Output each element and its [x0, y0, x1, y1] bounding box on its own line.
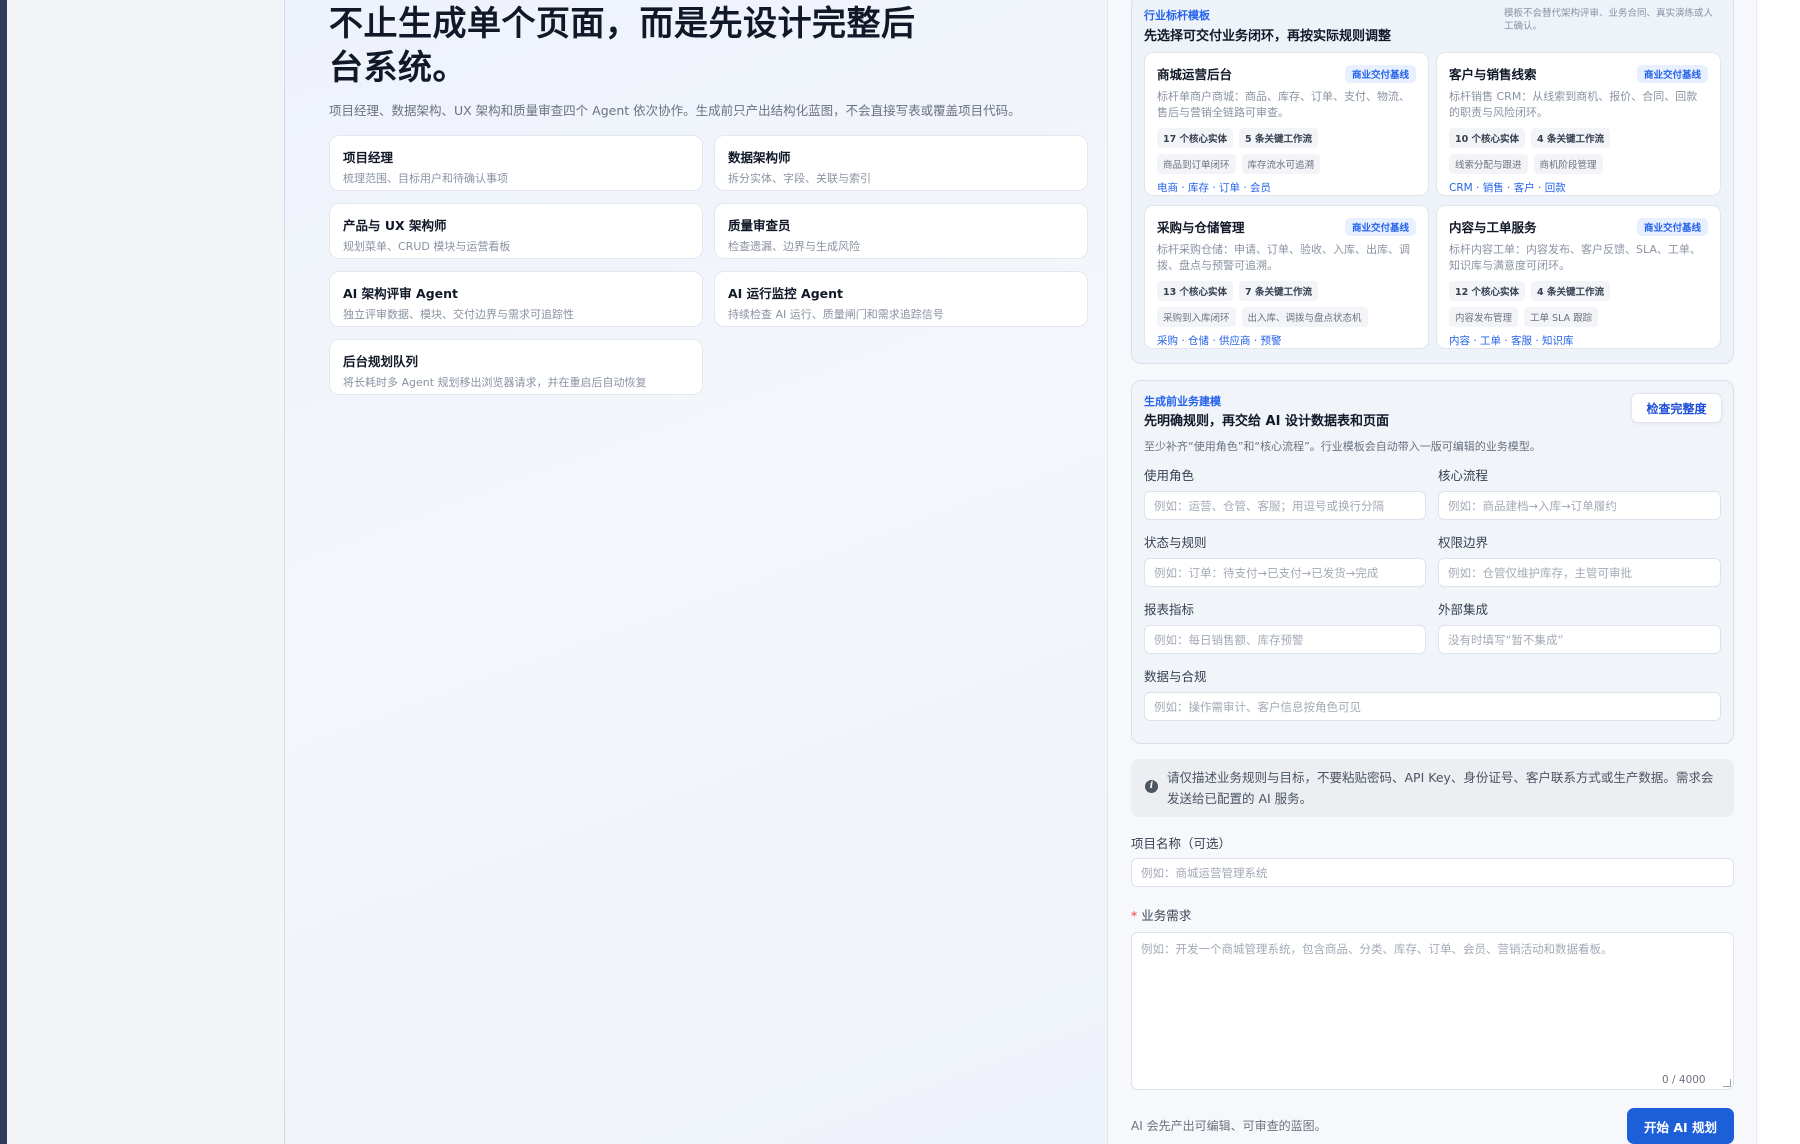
agent-card-ux-architect[interactable]: 产品与 UX 架构师 规划菜单、CRUD 模块与运营看板 [329, 203, 703, 259]
page-title: 不止生成单个页面，而是先设计完整后台系统。 [329, 4, 916, 88]
flow-chip: 出入库、调拨与盘点状态机 [1241, 307, 1368, 327]
flow-chip: 采购到入库闭环 [1157, 307, 1236, 327]
requirement-label-text: 业务需求 [1141, 908, 1192, 923]
app-left-rail [0, 0, 7, 1144]
template-card-procurement[interactable]: 采购与仓储管理 商业交付基线 标杆采购仓储：申请、订单、验收、入库、出库、调拨、… [1144, 205, 1429, 349]
char-counter: 0 / 4000 [1662, 1074, 1706, 1086]
permission-input[interactable] [1438, 558, 1721, 587]
agent-desc: 将长耗时多 Agent 规划移出浏览器请求，并在重启后自动恢复 [343, 376, 647, 389]
compliance-label: 数据与合规 [1144, 669, 1207, 684]
flow-chip: 商品到订单闭环 [1157, 154, 1236, 174]
template-eyebrow: 行业标杆模板 [1144, 9, 1210, 22]
template-name: 商城运营后台 [1157, 67, 1233, 82]
template-badge: 商业交付基线 [1636, 64, 1708, 83]
template-name: 客户与销售线索 [1449, 67, 1537, 82]
template-tags: CRM · 销售 · 客户 · 回款 [1449, 182, 1566, 194]
template-desc: 标杆采购仓储：申请、订单、验收、入库、出库、调拨、盘点与预警可追溯。 [1157, 243, 1410, 272]
integration-label: 外部集成 [1438, 602, 1489, 617]
agent-card-qa-reviewer[interactable]: 质量审查员 检查遗漏、边界与生成风险 [714, 203, 1088, 259]
footer-note: AI 会先产出可编辑、可审查的蓝图。 [1131, 1119, 1327, 1133]
agent-title: 数据架构师 [728, 150, 791, 165]
template-title: 先选择可交付业务闭环，再按实际规则调整 [1144, 29, 1392, 44]
flow-chip: 商机阶段管理 [1533, 154, 1603, 174]
agent-title: 后台规划队列 [343, 354, 419, 369]
start-ai-planning-button[interactable]: 开始 AI 规划 [1627, 1108, 1734, 1144]
template-card-crm[interactable]: 客户与销售线索 商业交付基线 标杆销售 CRM：从线索到商机、报价、合同、回款的… [1436, 52, 1721, 196]
agent-title: 项目经理 [343, 150, 394, 165]
template-name: 内容与工单服务 [1449, 220, 1537, 235]
privacy-notice: i 请仅描述业务规则与目标，不要粘贴密码、API Key、身份证号、客户联系方式… [1131, 759, 1734, 817]
agent-title: AI 架构评审 Agent [343, 286, 459, 301]
states-label: 状态与规则 [1144, 535, 1207, 550]
check-completeness-button[interactable]: 检查完整度 [1631, 393, 1722, 423]
template-name: 采购与仓储管理 [1157, 220, 1245, 235]
flow-chip: 线索分配与跟进 [1449, 154, 1528, 174]
template-badge: 商业交付基线 [1344, 64, 1416, 83]
agent-card-run-monitor[interactable]: AI 运行监控 Agent 持续检查 AI 运行、质量闸门和需求追踪信号 [714, 271, 1088, 327]
flow-label: 核心流程 [1438, 468, 1489, 483]
template-tags: 采购 · 仓储 · 供应商 · 预警 [1157, 335, 1282, 347]
right-gutter [1756, 0, 1800, 1144]
agent-title: 质量审查员 [728, 218, 791, 233]
workflow-count-chip: 5 条关键工作流 [1239, 128, 1318, 148]
entity-count-chip: 10 个核心实体 [1449, 128, 1526, 148]
roles-label: 使用角色 [1144, 468, 1195, 483]
agent-card-planning-queue[interactable]: 后台规划队列 将长耗时多 Agent 规划移出浏览器请求，并在重启后自动恢复 [329, 339, 703, 395]
modeling-eyebrow: 生成前业务建模 [1144, 395, 1221, 408]
template-badge: 商业交付基线 [1344, 217, 1416, 236]
entity-count-chip: 13 个核心实体 [1157, 281, 1234, 301]
template-note: 模板不会替代架构评审、业务合同、真实演练或人工确认。 [1504, 8, 1714, 32]
flow-chip: 工单 SLA 跟踪 [1524, 307, 1599, 327]
privacy-notice-text: 请仅描述业务规则与目标，不要粘贴密码、API Key、身份证号、客户联系方式或生… [1167, 770, 1714, 806]
agent-desc: 梳理范围、目标用户和待确认事项 [343, 172, 508, 185]
project-name-input[interactable] [1131, 858, 1734, 887]
report-label: 报表指标 [1144, 602, 1195, 617]
agent-card-pm[interactable]: 项目经理 梳理范围、目标用户和待确认事项 [329, 135, 703, 191]
required-star: * [1131, 908, 1138, 923]
workflow-count-chip: 7 条关键工作流 [1239, 281, 1318, 301]
template-card-ticketing[interactable]: 内容与工单服务 商业交付基线 标杆内容工单：内容发布、客户反馈、SLA、工单、知… [1436, 205, 1721, 349]
page-subtitle: 项目经理、数据架构、UX 架构和质量审查四个 Agent 依次协作。生成前只产出… [329, 103, 1021, 118]
agent-desc: 检查遗漏、边界与生成风险 [728, 240, 860, 253]
side-panel [7, 0, 285, 1144]
report-input[interactable] [1144, 625, 1426, 654]
entity-count-chip: 12 个核心实体 [1449, 281, 1526, 301]
agent-card-arch-review[interactable]: AI 架构评审 Agent 独立评审数据、模块、交付边界与需求可追踪性 [329, 271, 703, 327]
workflow-count-chip: 4 条关键工作流 [1531, 281, 1610, 301]
project-name-label: 项目名称（可选） [1131, 836, 1232, 851]
modeling-title: 先明确规则，再交给 AI 设计数据表和页面 [1144, 414, 1389, 429]
template-tags: 内容 · 工单 · 客服 · 知识库 [1449, 335, 1574, 347]
workflow-count-chip: 4 条关键工作流 [1531, 128, 1610, 148]
requirement-textarea[interactable] [1131, 932, 1734, 1090]
resize-handle-icon[interactable] [1723, 1079, 1731, 1087]
agent-card-data-architect[interactable]: 数据架构师 拆分实体、字段、关联与索引 [714, 135, 1088, 191]
template-card-mall[interactable]: 商城运营后台 商业交付基线 标杆单商户商城：商品、库存、订单、支付、物流、售后与… [1144, 52, 1429, 196]
agent-desc: 规划菜单、CRUD 模块与运营看板 [343, 240, 511, 253]
states-input[interactable] [1144, 558, 1426, 587]
template-desc: 标杆内容工单：内容发布、客户反馈、SLA、工单、知识库与满意度可闭环。 [1449, 243, 1701, 272]
template-badge: 商业交付基线 [1636, 217, 1708, 236]
integration-input[interactable] [1438, 625, 1721, 654]
roles-input[interactable] [1144, 491, 1426, 520]
flow-chip: 内容发布管理 [1449, 307, 1519, 327]
flow-chip: 库存流水可追溯 [1241, 154, 1321, 174]
template-tags: 电商 · 库存 · 订单 · 会员 [1157, 182, 1272, 194]
entity-count-chip: 17 个核心实体 [1157, 128, 1234, 148]
flow-input[interactable] [1438, 491, 1721, 520]
agent-title: AI 运行监控 Agent [728, 286, 844, 301]
template-desc: 标杆单商户商城：商品、库存、订单、支付、物流、售后与营销全链路可审查。 [1157, 90, 1410, 119]
agent-title: 产品与 UX 架构师 [343, 218, 447, 233]
agent-desc: 持续检查 AI 运行、质量闸门和需求追踪信号 [728, 308, 944, 321]
modeling-hint: 至少补齐“使用角色”和“核心流程”。行业模板会自动带入一版可编辑的业务模型。 [1144, 440, 1541, 453]
compliance-input[interactable] [1144, 692, 1721, 721]
agent-desc: 独立评审数据、模块、交付边界与需求可追踪性 [343, 308, 574, 321]
requirement-label: * 业务需求 [1131, 905, 1191, 924]
agent-desc: 拆分实体、字段、关联与索引 [728, 172, 871, 185]
info-icon: i [1145, 780, 1158, 793]
permission-label: 权限边界 [1438, 535, 1489, 550]
template-desc: 标杆销售 CRM：从线索到商机、报价、合同、回款的职责与风险闭环。 [1449, 90, 1698, 119]
